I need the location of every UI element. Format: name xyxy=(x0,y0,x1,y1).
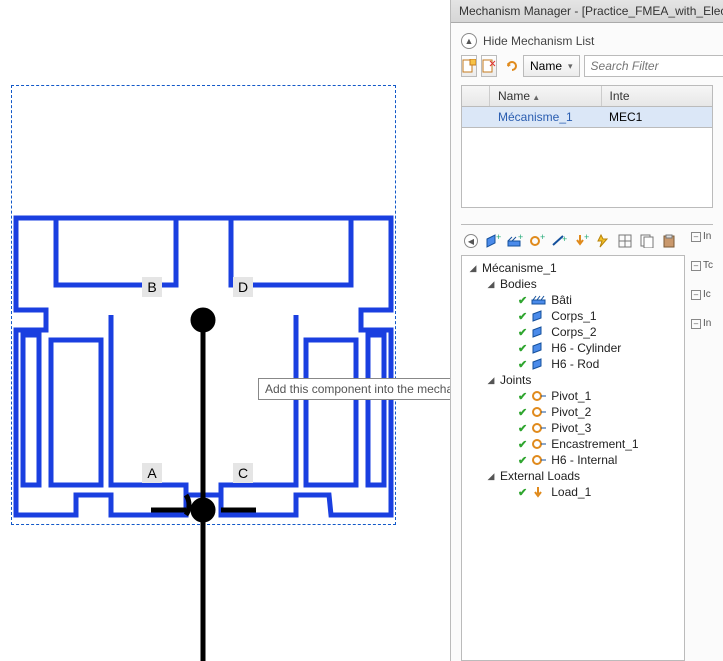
tree-item-joint[interactable]: ✔H6 - Internal xyxy=(464,452,682,468)
svg-text:+: + xyxy=(496,233,501,242)
joint-icon xyxy=(531,453,547,467)
delete-mechanism-button[interactable] xyxy=(481,55,497,77)
tree-item-joint[interactable]: ✔Pivot_3 xyxy=(464,420,682,436)
doc-plus-icon xyxy=(462,59,476,73)
tree-item-joint[interactable]: ✔Encastrement_1 xyxy=(464,436,682,452)
svg-text:+: + xyxy=(540,233,545,242)
check-icon: ✔ xyxy=(518,358,527,371)
tree-item-load[interactable]: ✔Load_1 xyxy=(464,484,682,500)
paste-button[interactable] xyxy=(659,231,679,251)
tree-group-bodies[interactable]: ◢ Bodies xyxy=(464,276,682,292)
joint-icon xyxy=(531,389,547,403)
mechanism-list-area[interactable] xyxy=(461,128,713,208)
check-icon: ✔ xyxy=(518,342,527,355)
hide-mechanism-list-toggle[interactable]: ▲ Hide Mechanism List xyxy=(461,33,713,49)
tree-item-body[interactable]: ✔H6 - Rod xyxy=(464,356,682,372)
refresh-arrow-icon xyxy=(505,59,519,73)
tree-item-joint[interactable]: ✔Pivot_2 xyxy=(464,404,682,420)
tree-group-joints[interactable]: ◢ Joints xyxy=(464,372,682,388)
tree-root[interactable]: ◢ Mécanisme_1 xyxy=(464,260,682,276)
body-icon xyxy=(531,309,547,323)
row-name[interactable]: Mécanisme_1 xyxy=(490,107,601,127)
collapse-button[interactable]: ◀ xyxy=(461,231,481,251)
search-input[interactable] xyxy=(584,55,723,77)
body-icon xyxy=(531,357,547,371)
expander-icon[interactable]: ◢ xyxy=(486,279,496,290)
add-body-button[interactable]: + xyxy=(483,231,503,251)
load-icon xyxy=(531,485,547,499)
chevron-up-icon: ▲ xyxy=(461,33,477,49)
hide-list-label: Hide Mechanism List xyxy=(483,34,594,48)
panel-title: Mechanism Manager - [Practice_FMEA_with_… xyxy=(451,0,723,23)
doc-x-icon xyxy=(482,59,496,73)
body-icon xyxy=(531,341,547,355)
check-icon: ✔ xyxy=(518,406,527,419)
tree-item-body[interactable]: ✔H6 - Cylinder xyxy=(464,340,682,356)
expander-icon[interactable]: ◢ xyxy=(486,375,496,386)
joint-icon xyxy=(531,421,547,435)
add-joint-button[interactable]: + xyxy=(527,231,547,251)
diagram-label-c: C xyxy=(233,463,253,483)
joint-icon xyxy=(531,405,547,419)
reload-button[interactable] xyxy=(505,55,519,77)
add-link-button[interactable]: + xyxy=(549,231,569,251)
diagram-label-d: D xyxy=(233,277,253,297)
list-toolbar: Name xyxy=(461,55,713,77)
side-tab[interactable]: –In xyxy=(691,231,713,242)
side-tab[interactable]: –In xyxy=(691,318,713,329)
check-icon: ✔ xyxy=(518,326,527,339)
add-load-button[interactable]: + xyxy=(571,231,591,251)
diagram-label-a: A xyxy=(142,463,162,483)
body-icon xyxy=(531,325,547,339)
col-internal[interactable]: Inte xyxy=(602,86,713,106)
tree-group-external-loads[interactable]: ◢ External Loads xyxy=(464,468,682,484)
mechanism-table-header[interactable]: Name Inte xyxy=(461,85,713,107)
expander-icon[interactable]: ◢ xyxy=(468,263,478,274)
diagram-label-b: B xyxy=(142,277,162,297)
svg-text:+: + xyxy=(562,234,567,244)
svg-text:+: + xyxy=(584,233,589,242)
check-icon: ✔ xyxy=(518,422,527,435)
mechanism-manager-panel: Mechanism Manager - [Practice_FMEA_with_… xyxy=(450,0,723,661)
thunder-button[interactable] xyxy=(593,231,613,251)
tree-item-body[interactable]: ✔Bâti xyxy=(464,292,682,308)
check-icon: ✔ xyxy=(518,486,527,499)
mechanism-tree[interactable]: ◢ Mécanisme_1 ◢ Bodies ✔Bâti✔Corps_1✔Cor… xyxy=(461,255,685,661)
sort-selector[interactable]: Name xyxy=(523,55,580,77)
check-icon: ✔ xyxy=(518,454,527,467)
col-name[interactable]: Name xyxy=(490,86,602,106)
tree-item-body[interactable]: ✔Corps_2 xyxy=(464,324,682,340)
diagram-canvas[interactable]: B D A C Add this component into the mech… xyxy=(0,0,450,661)
mechanism-row[interactable]: Mécanisme_1 MEC1 xyxy=(461,107,713,128)
row-code: MEC1 xyxy=(601,107,712,127)
svg-text:+: + xyxy=(518,233,523,242)
mechanism-diagram xyxy=(11,85,396,661)
new-mechanism-button[interactable] xyxy=(461,55,477,77)
side-tab[interactable]: –Tc xyxy=(691,260,713,271)
side-tab-strip: –In –Tc –Ic –In xyxy=(691,225,713,661)
add-frame-button[interactable]: + xyxy=(505,231,525,251)
joint-icon xyxy=(531,437,547,451)
check-icon: ✔ xyxy=(518,390,527,403)
tree-toolbar: ◀ + + + + + xyxy=(461,231,685,251)
grid-button[interactable] xyxy=(615,231,635,251)
copy-button[interactable] xyxy=(637,231,657,251)
tree-item-body[interactable]: ✔Corps_1 xyxy=(464,308,682,324)
check-icon: ✔ xyxy=(518,294,527,307)
side-tab[interactable]: –Ic xyxy=(691,289,713,300)
frame-icon xyxy=(531,293,547,307)
tree-item-joint[interactable]: ✔Pivot_1 xyxy=(464,388,682,404)
check-icon: ✔ xyxy=(518,310,527,323)
expander-icon[interactable]: ◢ xyxy=(486,471,496,482)
check-icon: ✔ xyxy=(518,438,527,451)
